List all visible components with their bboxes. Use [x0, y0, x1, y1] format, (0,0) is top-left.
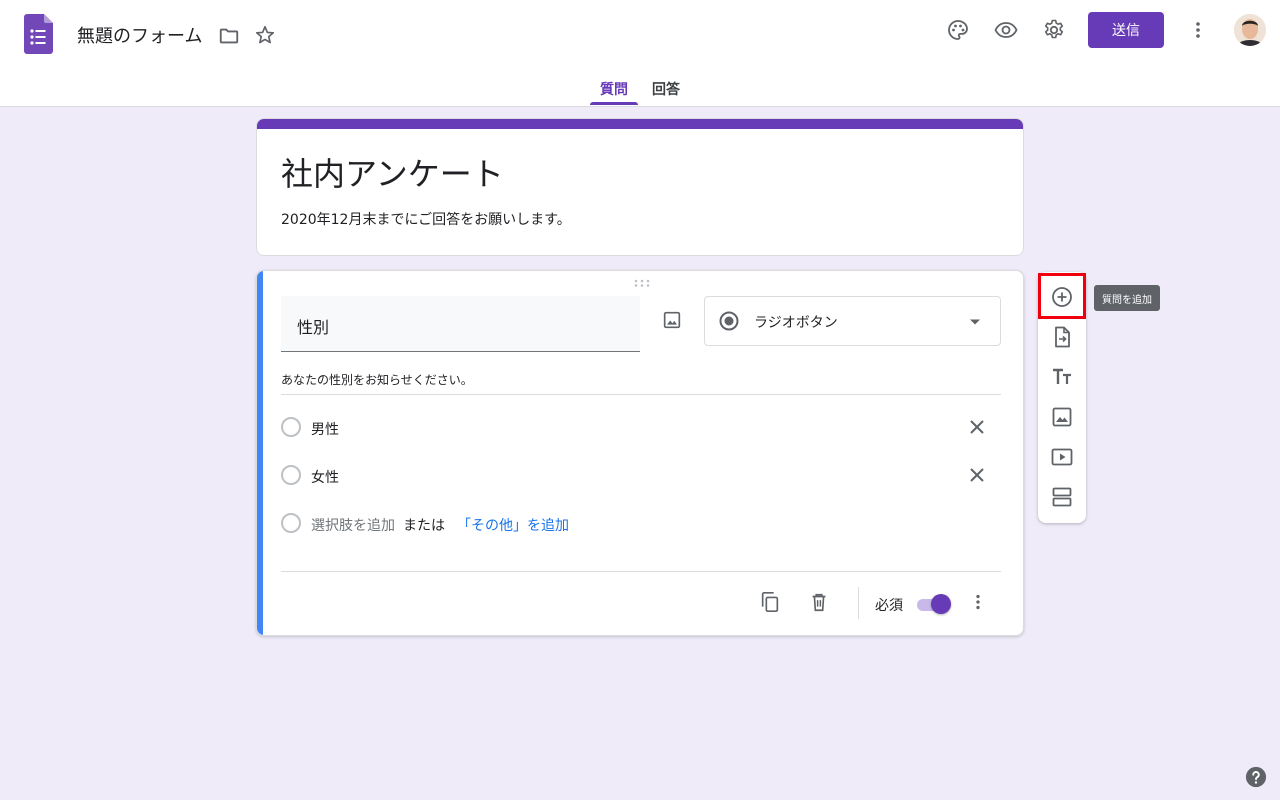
option-radio [281, 465, 301, 485]
toggle-thumb [931, 594, 951, 614]
tab-responses[interactable]: 回答 [652, 79, 680, 99]
question-title-field[interactable]: 性別 [281, 296, 640, 352]
duplicate-icon[interactable] [759, 591, 781, 613]
theme-color-bar [257, 119, 1023, 129]
form-title[interactable]: 社内アンケート [281, 149, 504, 195]
drag-handle-icon[interactable] [633, 279, 651, 287]
tooltip: 質問を追加 [1094, 285, 1160, 311]
highlight-callout [1038, 273, 1086, 319]
add-option-row: 選択肢を追加 または 「その他」を追加 [281, 511, 1001, 535]
preview-eye-icon[interactable] [994, 18, 1018, 42]
folder-icon[interactable] [218, 25, 240, 47]
or-label: または [403, 518, 445, 534]
delete-icon[interactable] [808, 591, 830, 613]
user-avatar[interactable] [1234, 14, 1266, 46]
settings-gear-icon[interactable] [1042, 18, 1066, 42]
active-tab-indicator [590, 102, 638, 105]
option-radio [281, 417, 301, 437]
dropdown-arrow-icon [970, 319, 980, 325]
more-options-icon[interactable] [1186, 18, 1210, 42]
palette-icon[interactable] [946, 18, 970, 42]
question-title: 性別 [297, 318, 330, 337]
import-questions-icon[interactable] [1050, 325, 1074, 349]
remove-option-icon[interactable] [967, 417, 987, 437]
add-option-button[interactable]: 選択肢を追加 [311, 515, 395, 535]
remove-option-icon[interactable] [967, 465, 987, 485]
document-title[interactable]: 無題のフォーム [77, 22, 202, 48]
vertical-divider [858, 587, 859, 619]
question-description[interactable]: あなたの性別をお知らせください。 [281, 371, 473, 388]
footer-divider [281, 571, 1001, 572]
add-video-icon[interactable] [1050, 445, 1074, 469]
add-image-icon[interactable] [1050, 405, 1074, 429]
option-radio [281, 513, 301, 533]
forms-logo-icon[interactable] [24, 14, 53, 54]
question-card[interactable]: 性別 ラジオボタン あなたの性別をお知らせください。 男性 女性 選択肢を追加 … [256, 270, 1024, 636]
option-label[interactable]: 女性 [311, 467, 339, 487]
add-other-link[interactable]: 「その他」を追加 [457, 515, 569, 535]
send-button[interactable]: 送信 [1088, 12, 1164, 48]
required-toggle[interactable] [915, 593, 953, 615]
radio-button-icon [719, 311, 739, 331]
tab-questions[interactable]: 質問 [600, 79, 628, 99]
active-card-indicator [257, 271, 263, 635]
add-image-icon[interactable] [661, 309, 683, 331]
question-type-label: ラジオボタン [754, 315, 838, 331]
option-row[interactable]: 女性 [281, 463, 1001, 487]
question-type-dropdown[interactable]: ラジオボタン [704, 296, 1001, 346]
required-label: 必須 [875, 598, 903, 614]
add-title-text-icon[interactable] [1050, 365, 1074, 389]
description-underline [281, 394, 1001, 395]
add-section-icon[interactable] [1050, 485, 1074, 509]
app-header: 無題のフォーム 送信 質問 回答 [0, 0, 1280, 107]
star-icon[interactable] [254, 24, 276, 46]
option-row[interactable]: 男性 [281, 415, 1001, 439]
option-label[interactable]: 男性 [311, 419, 339, 439]
form-description[interactable]: 2020年12月末までにご回答をお願いします。 [281, 209, 571, 229]
question-more-icon[interactable] [967, 591, 989, 613]
form-title-card[interactable]: 社内アンケート 2020年12月末までにご回答をお願いします。 [256, 118, 1024, 256]
help-icon[interactable] [1245, 766, 1267, 788]
